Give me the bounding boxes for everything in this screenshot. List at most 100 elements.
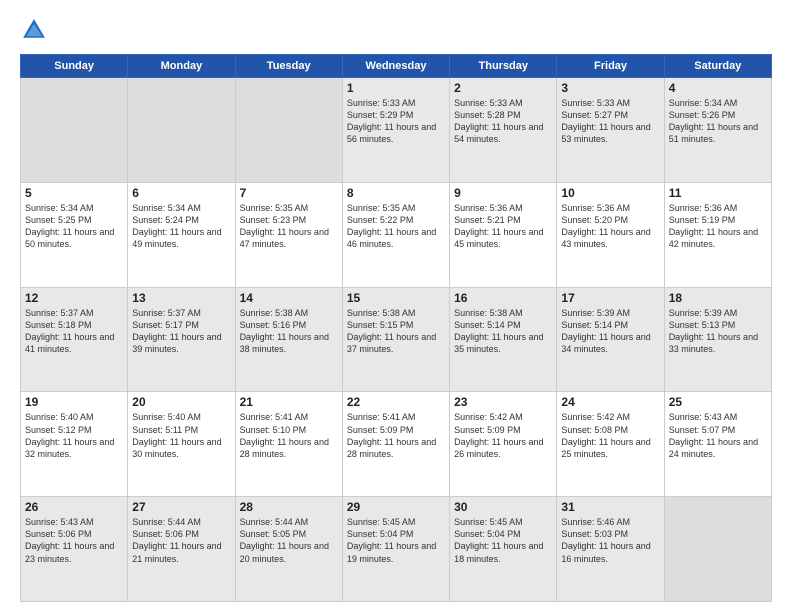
day-number: 17	[561, 291, 659, 305]
calendar-cell: 2 Sunrise: 5:33 AM Sunset: 5:28 PM Daylig…	[450, 78, 557, 183]
calendar-week-row: 12Sunrise: 5:37 AM Sunset: 5:18 PM Dayli…	[21, 287, 772, 392]
cell-sun-info: Sunrise: 5:35 AM Sunset: 5:22 PM Dayligh…	[347, 202, 445, 251]
calendar-cell: 29 Sunrise: 5:45 AM Sunset: 5:04 PM Dayli…	[342, 497, 449, 602]
cell-sun-info: Sunrise: 5:36 AM Sunset: 5:20 PM Dayligh…	[561, 202, 659, 251]
weekday-header-monday: Monday	[128, 55, 235, 78]
calendar-week-row: 26 Sunrise: 5:43 AM Sunset: 5:06 PM Dayli…	[21, 497, 772, 602]
weekday-header-row: SundayMondayTuesdayWednesdayThursdayFrid…	[21, 55, 772, 78]
cell-sun-info: Sunrise: 5:36 AM Sunset: 5:21 PM Dayligh…	[454, 202, 552, 251]
day-number: 26	[25, 500, 123, 514]
logo	[20, 16, 54, 44]
cell-sun-info: Sunrise: 5:33 AM Sunset: 5:27 PM Dayligh…	[561, 97, 659, 146]
calendar-cell: 18 Sunrise: 5:39 AM Sunset: 5:13 PM Dayli…	[664, 287, 771, 392]
calendar-cell: 1 Sunrise: 5:33 AM Sunset: 5:29 PM Daylig…	[342, 78, 449, 183]
calendar-cell: 16 Sunrise: 5:38 AM Sunset: 5:14 PM Dayli…	[450, 287, 557, 392]
day-number: 30	[454, 500, 552, 514]
day-number: 8	[347, 186, 445, 200]
cell-sun-info: Sunrise: 5:38 AM Sunset: 5:16 PM Dayligh…	[240, 307, 338, 356]
cell-sun-info: Sunrise: 5:37 AM Sunset: 5:18 PM Dayligh…	[25, 307, 123, 356]
calendar-cell: 15 Sunrise: 5:38 AM Sunset: 5:15 PM Dayli…	[342, 287, 449, 392]
calendar-cell: 6Sunrise: 5:34 AM Sunset: 5:24 PM Daylig…	[128, 182, 235, 287]
day-number: 13	[132, 291, 230, 305]
day-number: 2	[454, 81, 552, 95]
day-number: 20	[132, 395, 230, 409]
calendar-cell: 5 Sunrise: 5:34 AM Sunset: 5:25 PM Daylig…	[21, 182, 128, 287]
calendar-cell	[235, 78, 342, 183]
weekday-header-sunday: Sunday	[21, 55, 128, 78]
calendar-cell: 10 Sunrise: 5:36 AM Sunset: 5:20 PM Dayli…	[557, 182, 664, 287]
calendar-cell: 30Sunrise: 5:45 AM Sunset: 5:04 PM Dayli…	[450, 497, 557, 602]
calendar-cell: 20 Sunrise: 5:40 AM Sunset: 5:11 PM Dayli…	[128, 392, 235, 497]
cell-sun-info: Sunrise: 5:42 AM Sunset: 5:09 PM Dayligh…	[454, 411, 552, 460]
day-number: 15	[347, 291, 445, 305]
day-number: 3	[561, 81, 659, 95]
calendar-cell	[128, 78, 235, 183]
day-number: 25	[669, 395, 767, 409]
weekday-header-thursday: Thursday	[450, 55, 557, 78]
weekday-header-tuesday: Tuesday	[235, 55, 342, 78]
cell-sun-info: Sunrise: 5:34 AM Sunset: 5:25 PM Dayligh…	[25, 202, 123, 251]
day-number: 14	[240, 291, 338, 305]
cell-sun-info: Sunrise: 5:33 AM Sunset: 5:29 PM Dayligh…	[347, 97, 445, 146]
calendar-cell: 7 Sunrise: 5:35 AM Sunset: 5:23 PM Daylig…	[235, 182, 342, 287]
cell-sun-info: Sunrise: 5:33 AM Sunset: 5:28 PM Dayligh…	[454, 97, 552, 146]
weekday-header-friday: Friday	[557, 55, 664, 78]
day-number: 5	[25, 186, 123, 200]
cell-sun-info: Sunrise: 5:40 AM Sunset: 5:11 PM Dayligh…	[132, 411, 230, 460]
cell-sun-info: Sunrise: 5:34 AM Sunset: 5:26 PM Dayligh…	[669, 97, 767, 146]
calendar-week-row: 1 Sunrise: 5:33 AM Sunset: 5:29 PM Daylig…	[21, 78, 772, 183]
weekday-header-saturday: Saturday	[664, 55, 771, 78]
calendar-cell: 17Sunrise: 5:39 AM Sunset: 5:14 PM Dayli…	[557, 287, 664, 392]
calendar-cell: 8 Sunrise: 5:35 AM Sunset: 5:22 PM Daylig…	[342, 182, 449, 287]
day-number: 11	[669, 186, 767, 200]
day-number: 10	[561, 186, 659, 200]
day-number: 18	[669, 291, 767, 305]
calendar-cell: 25 Sunrise: 5:43 AM Sunset: 5:07 PM Dayli…	[664, 392, 771, 497]
cell-sun-info: Sunrise: 5:43 AM Sunset: 5:07 PM Dayligh…	[669, 411, 767, 460]
weekday-header-wednesday: Wednesday	[342, 55, 449, 78]
day-number: 22	[347, 395, 445, 409]
calendar-cell: 24Sunrise: 5:42 AM Sunset: 5:08 PM Dayli…	[557, 392, 664, 497]
cell-sun-info: Sunrise: 5:46 AM Sunset: 5:03 PM Dayligh…	[561, 516, 659, 565]
day-number: 29	[347, 500, 445, 514]
calendar-cell	[21, 78, 128, 183]
day-number: 23	[454, 395, 552, 409]
calendar-cell: 21Sunrise: 5:41 AM Sunset: 5:10 PM Dayli…	[235, 392, 342, 497]
cell-sun-info: Sunrise: 5:35 AM Sunset: 5:23 PM Dayligh…	[240, 202, 338, 251]
day-number: 7	[240, 186, 338, 200]
calendar-week-row: 5 Sunrise: 5:34 AM Sunset: 5:25 PM Daylig…	[21, 182, 772, 287]
day-number: 1	[347, 81, 445, 95]
calendar-cell: 27 Sunrise: 5:44 AM Sunset: 5:06 PM Dayli…	[128, 497, 235, 602]
calendar-cell: 11 Sunrise: 5:36 AM Sunset: 5:19 PM Dayli…	[664, 182, 771, 287]
cell-sun-info: Sunrise: 5:38 AM Sunset: 5:14 PM Dayligh…	[454, 307, 552, 356]
day-number: 19	[25, 395, 123, 409]
cell-sun-info: Sunrise: 5:38 AM Sunset: 5:15 PM Dayligh…	[347, 307, 445, 356]
day-number: 4	[669, 81, 767, 95]
day-number: 27	[132, 500, 230, 514]
day-number: 21	[240, 395, 338, 409]
calendar-cell: 31Sunrise: 5:46 AM Sunset: 5:03 PM Dayli…	[557, 497, 664, 602]
calendar-cell: 28 Sunrise: 5:44 AM Sunset: 5:05 PM Dayli…	[235, 497, 342, 602]
day-number: 16	[454, 291, 552, 305]
cell-sun-info: Sunrise: 5:34 AM Sunset: 5:24 PM Dayligh…	[132, 202, 230, 251]
calendar-cell: 9Sunrise: 5:36 AM Sunset: 5:21 PM Daylig…	[450, 182, 557, 287]
cell-sun-info: Sunrise: 5:43 AM Sunset: 5:06 PM Dayligh…	[25, 516, 123, 565]
logo-icon	[20, 16, 48, 44]
cell-sun-info: Sunrise: 5:45 AM Sunset: 5:04 PM Dayligh…	[347, 516, 445, 565]
cell-sun-info: Sunrise: 5:44 AM Sunset: 5:05 PM Dayligh…	[240, 516, 338, 565]
day-number: 28	[240, 500, 338, 514]
day-number: 24	[561, 395, 659, 409]
calendar-cell: 22 Sunrise: 5:41 AM Sunset: 5:09 PM Dayli…	[342, 392, 449, 497]
header	[20, 16, 772, 44]
calendar-cell: 14 Sunrise: 5:38 AM Sunset: 5:16 PM Dayli…	[235, 287, 342, 392]
calendar-cell: 12Sunrise: 5:37 AM Sunset: 5:18 PM Dayli…	[21, 287, 128, 392]
cell-sun-info: Sunrise: 5:44 AM Sunset: 5:06 PM Dayligh…	[132, 516, 230, 565]
calendar-table: SundayMondayTuesdayWednesdayThursdayFrid…	[20, 54, 772, 602]
calendar-cell: 23 Sunrise: 5:42 AM Sunset: 5:09 PM Dayli…	[450, 392, 557, 497]
cell-sun-info: Sunrise: 5:36 AM Sunset: 5:19 PM Dayligh…	[669, 202, 767, 251]
calendar-cell: 13Sunrise: 5:37 AM Sunset: 5:17 PM Dayli…	[128, 287, 235, 392]
cell-sun-info: Sunrise: 5:40 AM Sunset: 5:12 PM Dayligh…	[25, 411, 123, 460]
cell-sun-info: Sunrise: 5:39 AM Sunset: 5:13 PM Dayligh…	[669, 307, 767, 356]
cell-sun-info: Sunrise: 5:41 AM Sunset: 5:09 PM Dayligh…	[347, 411, 445, 460]
page: SundayMondayTuesdayWednesdayThursdayFrid…	[0, 0, 792, 612]
